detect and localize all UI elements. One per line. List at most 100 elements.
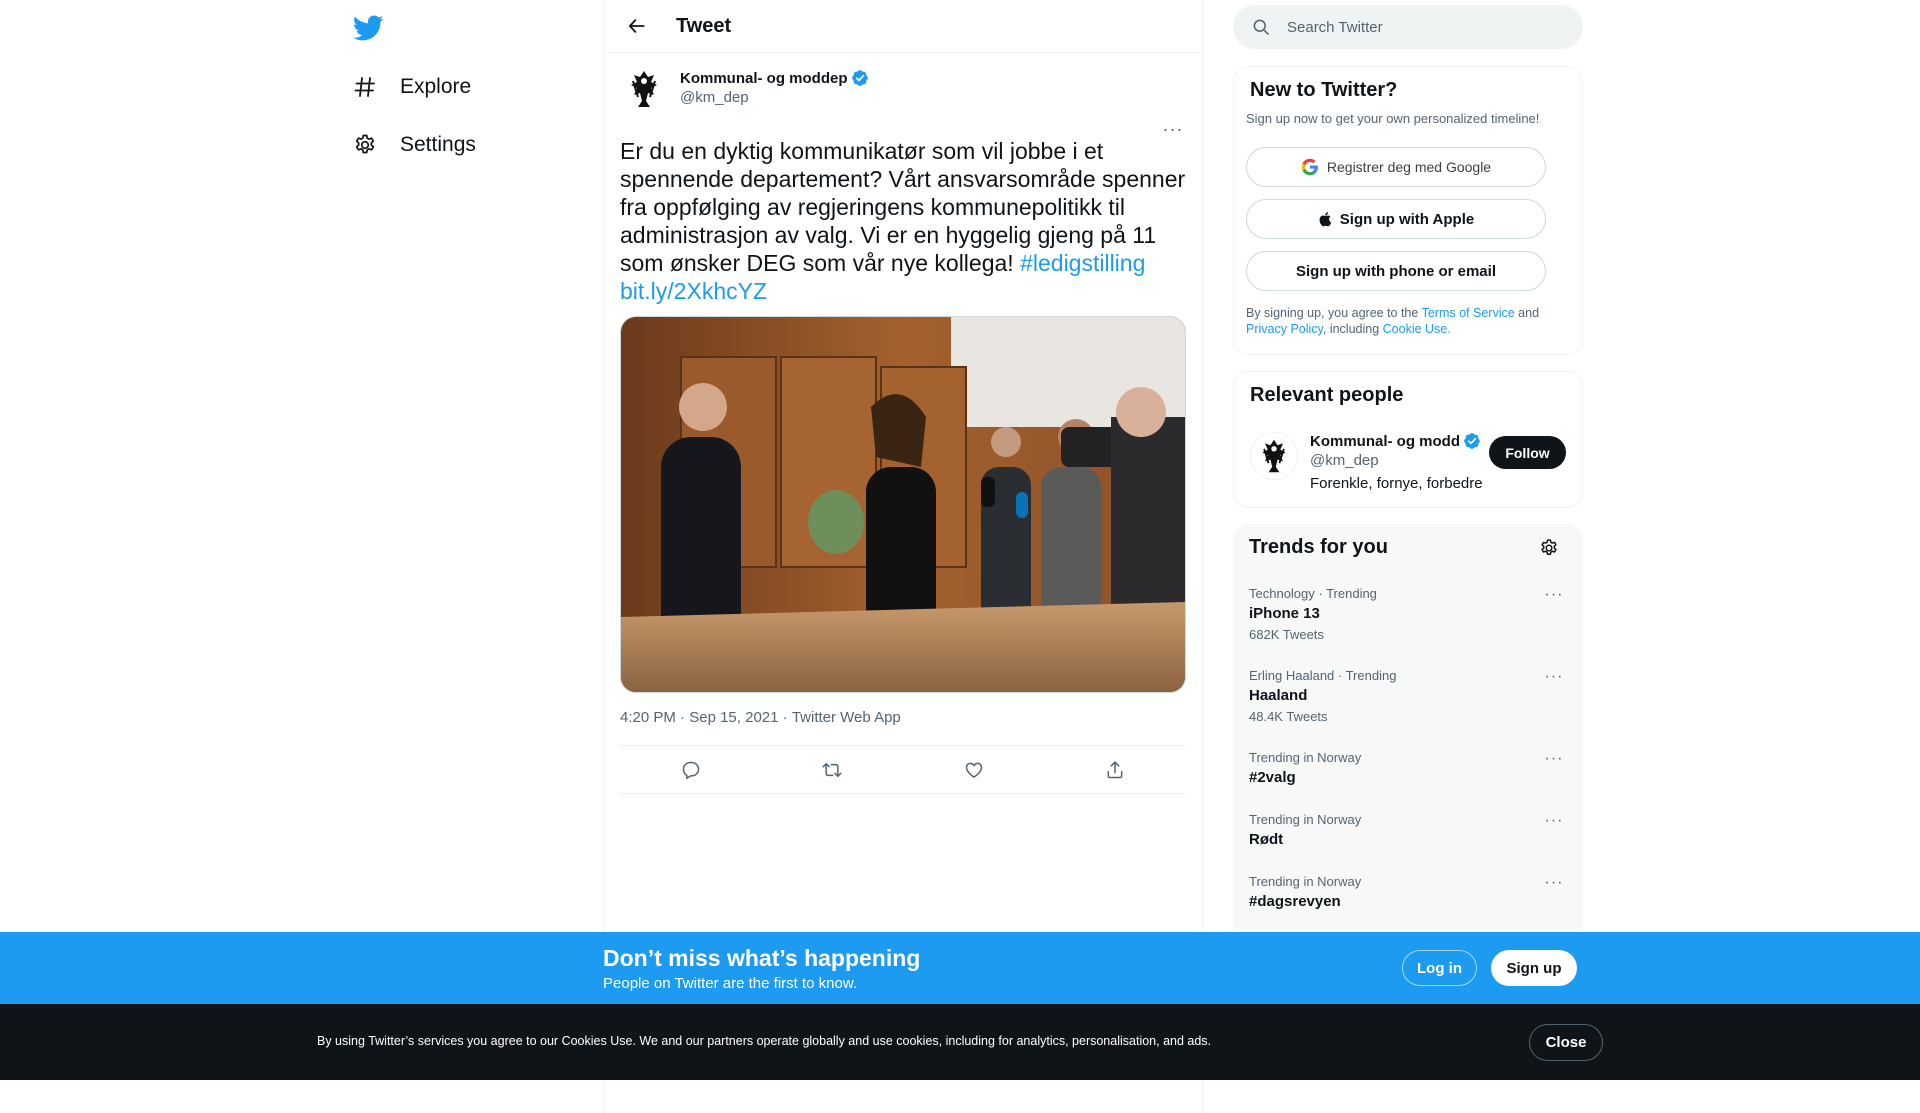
apple-icon: [1319, 212, 1331, 227]
trends-card: Trends for you Technology · Trending iPh…: [1233, 524, 1583, 944]
phone-email-signup-button[interactable]: Sign up with phone or email: [1246, 251, 1546, 291]
apple-signup-button[interactable]: Sign up with Apple: [1246, 199, 1546, 239]
retweet-button[interactable]: [814, 752, 850, 788]
phone-signup-label: Sign up with phone or email: [1295, 262, 1496, 280]
more-options-button[interactable]: ···: [1156, 117, 1190, 141]
trend-name: #2valg: [1249, 769, 1296, 786]
tweet-url-link[interactable]: bit.ly/2XkhcYZ: [620, 278, 767, 304]
trend-more-button[interactable]: ···: [1539, 874, 1569, 894]
trend-item[interactable]: Trending in Norway #2valg ···: [1249, 750, 1569, 786]
google-icon: [1301, 158, 1318, 176]
avatar[interactable]: [1250, 432, 1298, 480]
trend-name: Rødt: [1249, 831, 1284, 848]
trend-name: Haaland: [1249, 687, 1308, 704]
nav-settings[interactable]: Settings: [350, 122, 476, 168]
lion-crest-icon: [631, 71, 657, 107]
cookie-text-suffix: . We and our partners operate globally a…: [632, 1034, 1212, 1048]
arrow-left-icon: [629, 19, 645, 33]
nav-settings-label: Settings: [400, 133, 476, 156]
trend-count: 48.4K Tweets: [1249, 709, 1328, 724]
privacy-link[interactable]: Privacy Policy: [1246, 322, 1323, 336]
cookie-text-prefix: By using Twitter’s services you agree to…: [317, 1034, 562, 1048]
share-button[interactable]: [1097, 752, 1133, 788]
trend-context: Erling Haaland · Trending: [1249, 668, 1397, 683]
back-button[interactable]: [619, 8, 655, 44]
share-icon: [1107, 760, 1123, 778]
meta-separator-2: ·: [778, 709, 792, 726]
tweet-time[interactable]: 4:20 PM: [620, 709, 676, 745]
trends-title: Trends for you: [1249, 536, 1388, 558]
trend-item[interactable]: Technology · Trending iPhone 13 682K Twe…: [1249, 586, 1569, 642]
press-photo-image: [621, 317, 1185, 692]
legal-including: , including: [1322, 322, 1383, 336]
signup-banner: Don’t miss what’s happening People on Tw…: [0, 932, 1920, 1004]
cookie-text: By using Twitter’s services you agree to…: [317, 1034, 1211, 1048]
signup-button[interactable]: Sign up: [1491, 950, 1577, 986]
trend-context: Trending in Norway: [1249, 750, 1362, 765]
author-name[interactable]: Kommunal- og moddep: [680, 69, 869, 87]
hashtag-icon: [350, 72, 380, 102]
trend-more-button[interactable]: ···: [1539, 750, 1569, 770]
nav-explore-label: Explore: [400, 75, 472, 98]
search-bar[interactable]: [1233, 5, 1583, 49]
avatar[interactable]: [620, 65, 668, 113]
page-header: Tweet: [604, 0, 1202, 53]
new-to-twitter-subtitle: Sign up now to get your own personalized…: [1246, 111, 1540, 126]
tweet-text: Er du en dyktig kommunikatør som vil job…: [620, 137, 1190, 305]
reply-button[interactable]: [673, 752, 709, 788]
tweet-author: Kommunal- og moddep @km_dep: [620, 65, 1186, 125]
like-button[interactable]: [956, 752, 992, 788]
lion-crest-icon: [1262, 439, 1286, 473]
relevant-person-handle: @km_dep: [1310, 452, 1379, 469]
trend-item[interactable]: Trending in Norway #dagsrevyen ···: [1249, 874, 1569, 910]
relevant-person-name-text: Kommunal- og modd: [1310, 432, 1460, 450]
tweet-meta: 4:20 PM · Sep 15, 2021 · Twitter Web App: [620, 709, 1186, 746]
terms-link[interactable]: Terms of Service: [1422, 306, 1515, 320]
like-icon: [965, 762, 982, 778]
cookie-use-link[interactable]: Cookie Use.: [1383, 322, 1451, 336]
trend-item[interactable]: Erling Haaland · Trending Haaland 48.4K …: [1249, 668, 1569, 724]
gear-icon: [350, 130, 380, 160]
apple-signup-label: Sign up with Apple: [1339, 210, 1475, 228]
cookies-use-link[interactable]: Cookies Use: [562, 1034, 633, 1048]
cookie-bar: By using Twitter’s services you agree to…: [0, 1004, 1920, 1080]
relevant-people-title: Relevant people: [1250, 384, 1404, 406]
google-signup-button[interactable]: Registrer deg med Google: [1246, 147, 1546, 187]
legal-and: and: [1514, 306, 1543, 320]
retweet-icon: [822, 762, 842, 777]
trend-name: iPhone 13: [1249, 605, 1320, 622]
trend-more-button[interactable]: ···: [1539, 668, 1569, 688]
tweet-source[interactable]: Twitter Web App: [792, 709, 901, 745]
gear-icon: [1541, 539, 1557, 555]
google-signup-label: Registrer deg med Google: [1326, 159, 1492, 175]
meta-separator-1: ·: [675, 709, 690, 726]
hashtag-link[interactable]: #ledigstilling: [1020, 250, 1145, 276]
trend-more-button[interactable]: ···: [1539, 586, 1569, 606]
reply-icon: [682, 761, 699, 779]
trend-context: Technology · Trending: [1249, 586, 1377, 601]
tweet-actions: [620, 746, 1186, 794]
trend-context: Trending in Norway: [1249, 812, 1362, 827]
tweet-photo[interactable]: [620, 316, 1186, 693]
follow-button[interactable]: Follow: [1489, 436, 1566, 469]
close-cookie-button[interactable]: Close: [1529, 1024, 1603, 1061]
search-icon: [1253, 19, 1269, 35]
author-handle[interactable]: @km_dep: [680, 89, 869, 106]
trend-more-button[interactable]: ···: [1539, 812, 1569, 832]
trend-count: 682K Tweets: [1249, 627, 1324, 642]
login-button[interactable]: Log in: [1402, 950, 1477, 986]
banner-title: Don’t miss what’s happening: [603, 945, 921, 971]
tweet-date[interactable]: Sep 15, 2021: [689, 709, 778, 745]
trend-item[interactable]: Trending in Norway Rødt ···: [1249, 812, 1569, 848]
search-input[interactable]: [1287, 18, 1567, 36]
tweet: Kommunal- og moddep @km_dep ··· Er du en…: [604, 53, 1202, 794]
trend-context: Trending in Norway: [1249, 874, 1362, 889]
twitter-bird-icon[interactable]: [352, 12, 384, 44]
signup-legal-text: By signing up, you agree to the Terms of…: [1246, 305, 1566, 337]
new-to-twitter-card: New to Twitter? Sign up now to get your …: [1233, 66, 1583, 355]
nav-explore[interactable]: Explore: [350, 64, 471, 110]
author-name-text: Kommunal- og moddep: [680, 69, 848, 87]
relevant-person-name[interactable]: Kommunal- og modd: [1310, 432, 1483, 450]
trends-settings-button[interactable]: [1539, 538, 1563, 562]
verified-badge-icon: [1464, 433, 1480, 449]
